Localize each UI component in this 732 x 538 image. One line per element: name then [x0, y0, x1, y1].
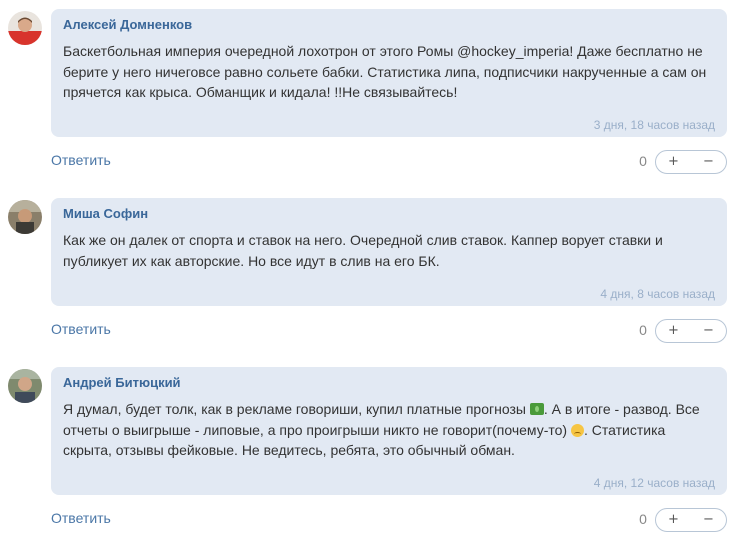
- comment-timestamp: 3 дня, 18 часов назад: [593, 118, 715, 132]
- avatar[interactable]: [8, 369, 42, 403]
- reply-link[interactable]: Ответить: [51, 510, 111, 526]
- comment-text: Как же он далек от спорта и ставок на не…: [63, 232, 663, 269]
- comment-author[interactable]: Миша Софин: [63, 206, 148, 221]
- reply-link[interactable]: Ответить: [51, 321, 111, 337]
- downvote-button[interactable]: −: [691, 150, 727, 174]
- comment-bubble: Миша Софин Как же он далек от спорта и с…: [51, 198, 727, 306]
- vote-count: 0: [639, 153, 647, 169]
- vote-count: 0: [639, 322, 647, 338]
- comment-text: Баскетбольная империя очередной лохотрон…: [63, 43, 707, 100]
- comment-bubble: Алексей Домненков Баскетбольная империя …: [51, 9, 727, 137]
- reply-link[interactable]: Ответить: [51, 152, 111, 168]
- avatar[interactable]: [8, 11, 42, 45]
- vote-count: 0: [639, 511, 647, 527]
- downvote-button[interactable]: −: [691, 508, 727, 532]
- comment-text: Я думал, будет толк, как в рекламе говор…: [63, 399, 713, 461]
- money-emoji-icon: [529, 403, 544, 415]
- upvote-button[interactable]: +: [655, 319, 692, 343]
- upvote-button[interactable]: +: [655, 150, 692, 174]
- comment-author[interactable]: Андрей Битюцкий: [63, 375, 181, 390]
- comment-text-part: Я думал, будет толк, как в рекламе говор…: [63, 401, 526, 417]
- comment-author[interactable]: Алексей Домненков: [63, 17, 192, 32]
- avatar[interactable]: [8, 200, 42, 234]
- comment-timestamp: 4 дня, 12 часов назад: [593, 476, 715, 490]
- sad-face-emoji-icon: [570, 423, 584, 437]
- comment-timestamp: 4 дня, 8 часов назад: [600, 287, 715, 301]
- downvote-button[interactable]: −: [691, 319, 727, 343]
- comment-bubble: Андрей Битюцкий Я думал, будет толк, как…: [51, 367, 727, 495]
- upvote-button[interactable]: +: [655, 508, 692, 532]
